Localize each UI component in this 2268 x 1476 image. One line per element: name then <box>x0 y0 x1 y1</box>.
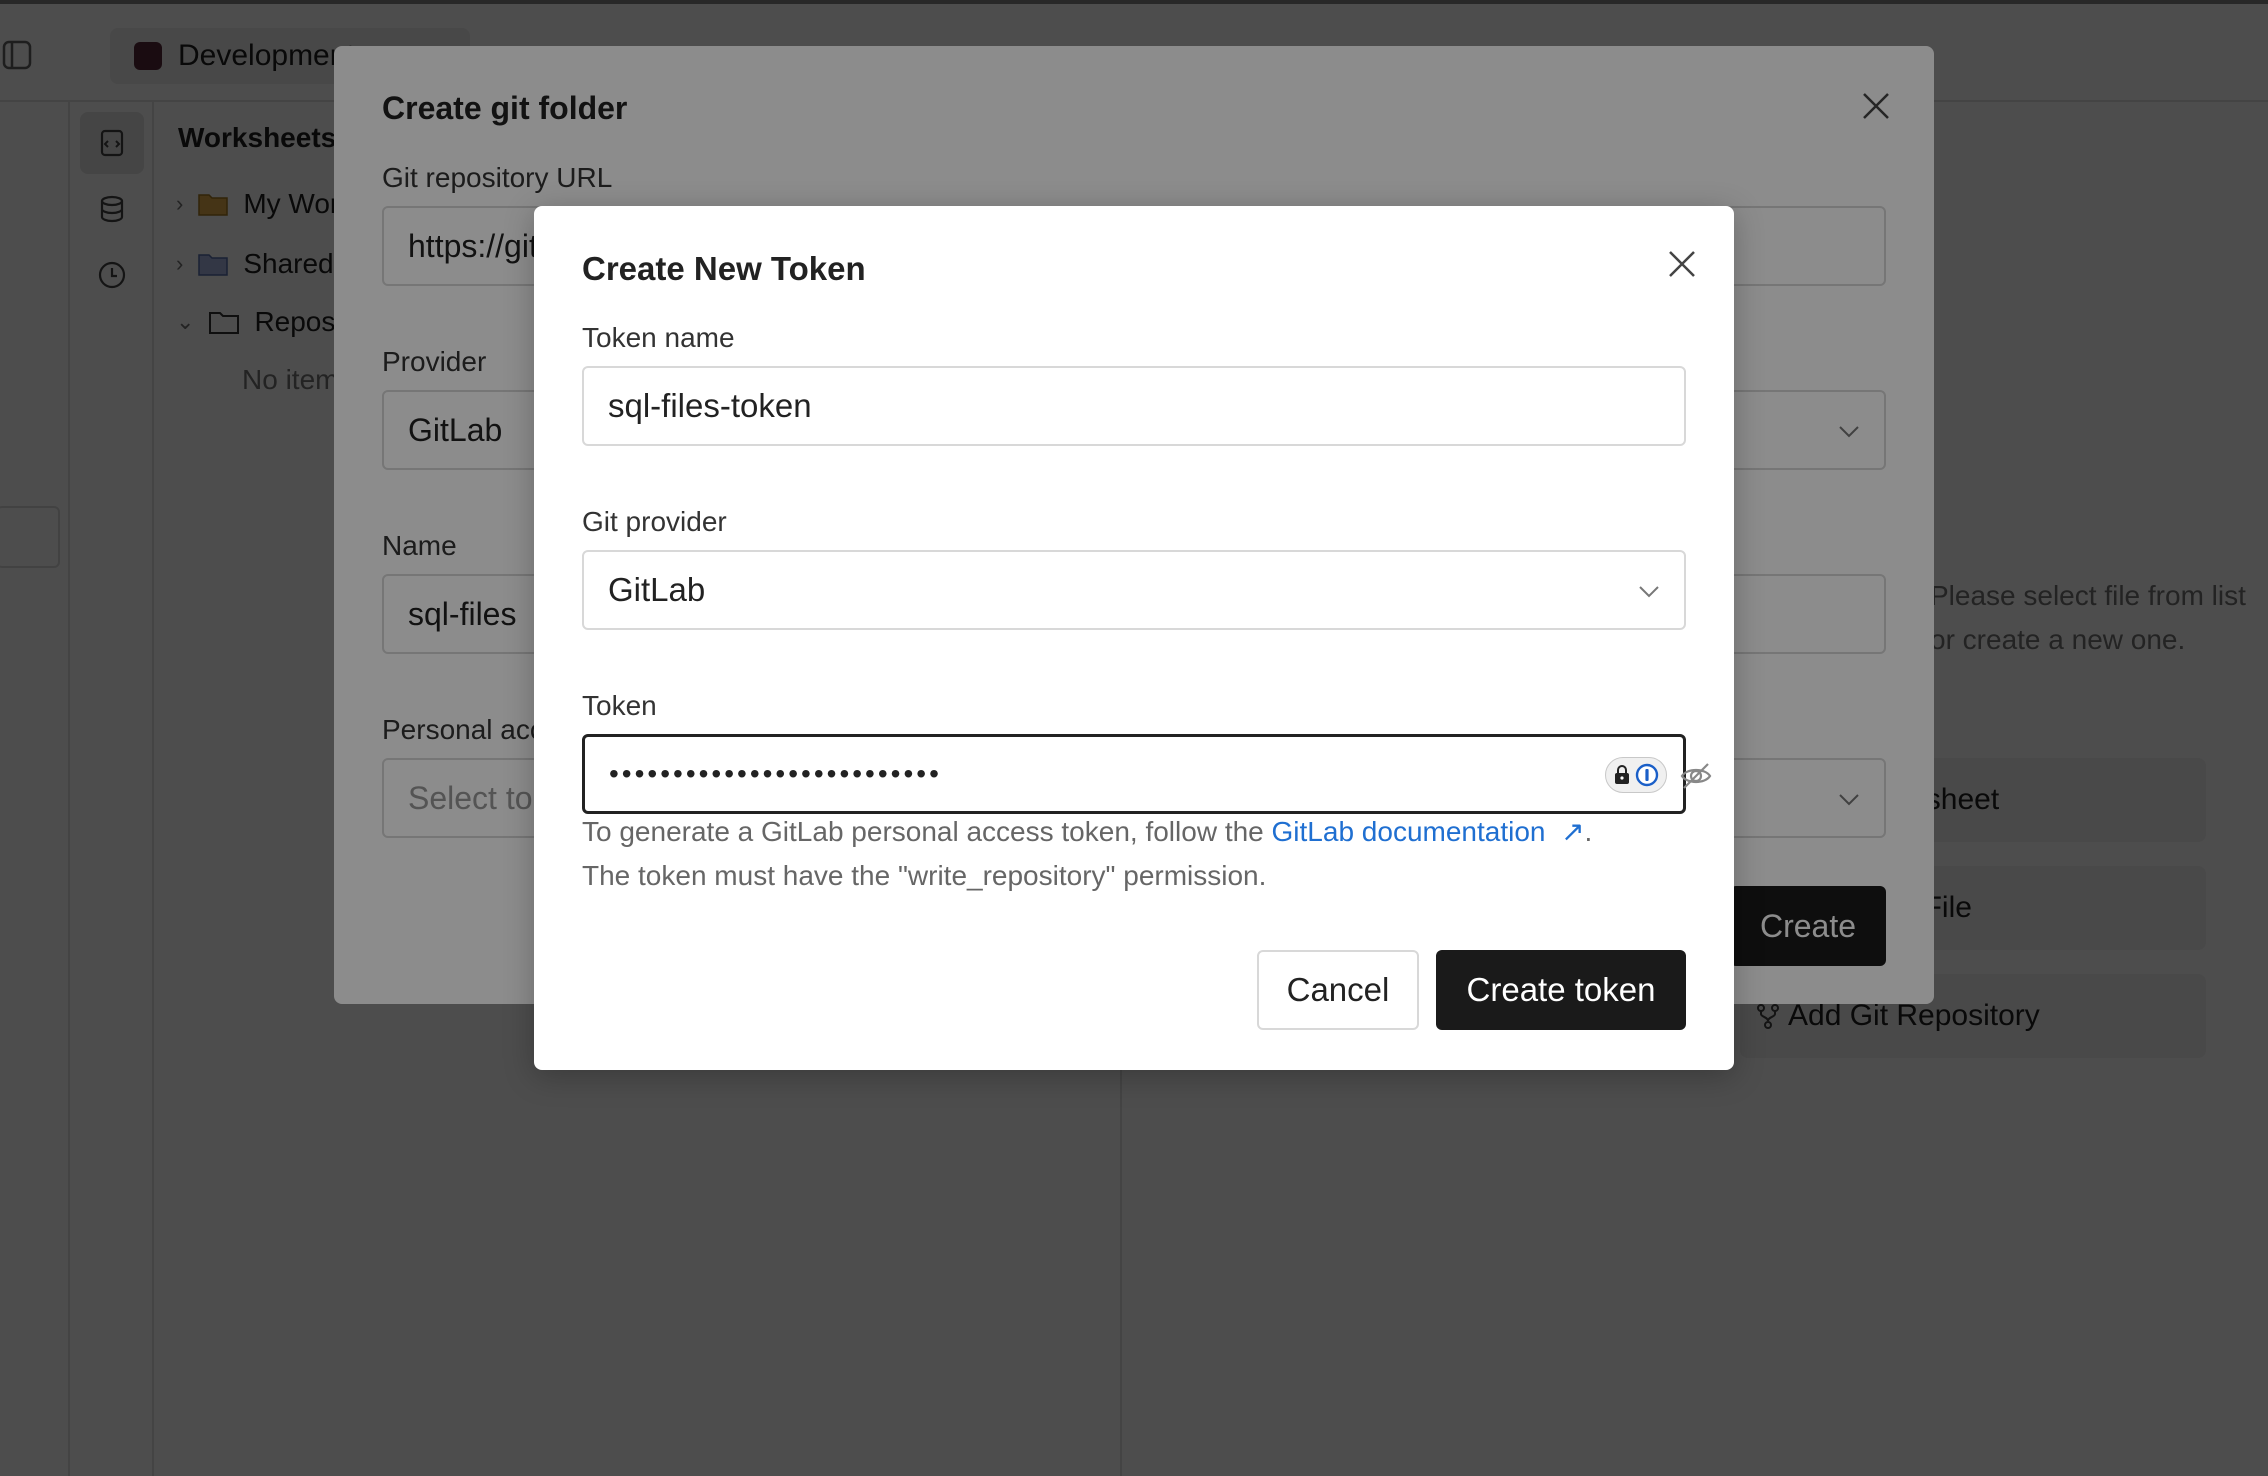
password-manager-button[interactable] <box>1605 757 1667 793</box>
create-token-dialog: Create New Token Token name sql-files-to… <box>534 206 1734 1070</box>
gitlab-documentation-link[interactable]: GitLab documentation ↗ <box>1272 816 1585 847</box>
create-token-button[interactable]: Create token <box>1436 950 1686 1030</box>
token-name-input[interactable]: sql-files-token <box>582 366 1686 446</box>
close-icon[interactable] <box>1660 242 1704 286</box>
link-label: GitLab documentation <box>1271 816 1546 847</box>
token-name-label: Token name <box>582 322 735 353</box>
help-permission-note: The token must have the "write_repositor… <box>582 860 1267 891</box>
dialog-title: Create New Token <box>582 250 866 287</box>
masked-token: •••••••••••••••••••••••••• <box>609 758 942 789</box>
chevron-down-icon <box>1639 586 1659 598</box>
input-value: sql-files-token <box>608 387 812 424</box>
help-prefix: To generate a GitLab personal access tok… <box>582 816 1272 847</box>
eye-off-icon[interactable] <box>1679 759 1713 793</box>
cancel-button[interactable]: Cancel <box>1257 950 1419 1030</box>
external-link-icon: ↗ <box>1561 816 1585 847</box>
token-input[interactable]: •••••••••••••••••••••••••• <box>582 734 1712 814</box>
token-label: Token <box>582 690 657 721</box>
password-manager-icon <box>1635 763 1659 787</box>
select-value: GitLab <box>608 571 706 608</box>
token-help-text: To generate a GitLab personal access tok… <box>582 810 1692 898</box>
git-provider-select[interactable]: GitLab <box>582 550 1686 630</box>
lock-icon <box>1615 765 1629 784</box>
git-provider-label: Git provider <box>582 506 727 537</box>
help-suffix: . <box>1584 816 1593 847</box>
